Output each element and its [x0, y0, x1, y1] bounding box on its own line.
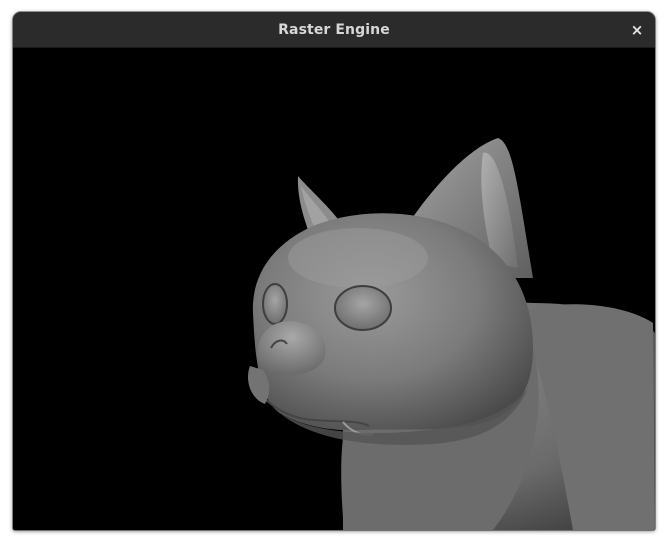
rendered-model [247, 138, 655, 530]
window-title: Raster Engine [278, 21, 390, 38]
close-button[interactable]: × [625, 18, 649, 42]
render-viewport[interactable] [13, 48, 655, 530]
app-window: Raster Engine × [13, 12, 655, 530]
close-icon: × [630, 21, 644, 39]
title-bar[interactable]: Raster Engine × [13, 12, 655, 48]
